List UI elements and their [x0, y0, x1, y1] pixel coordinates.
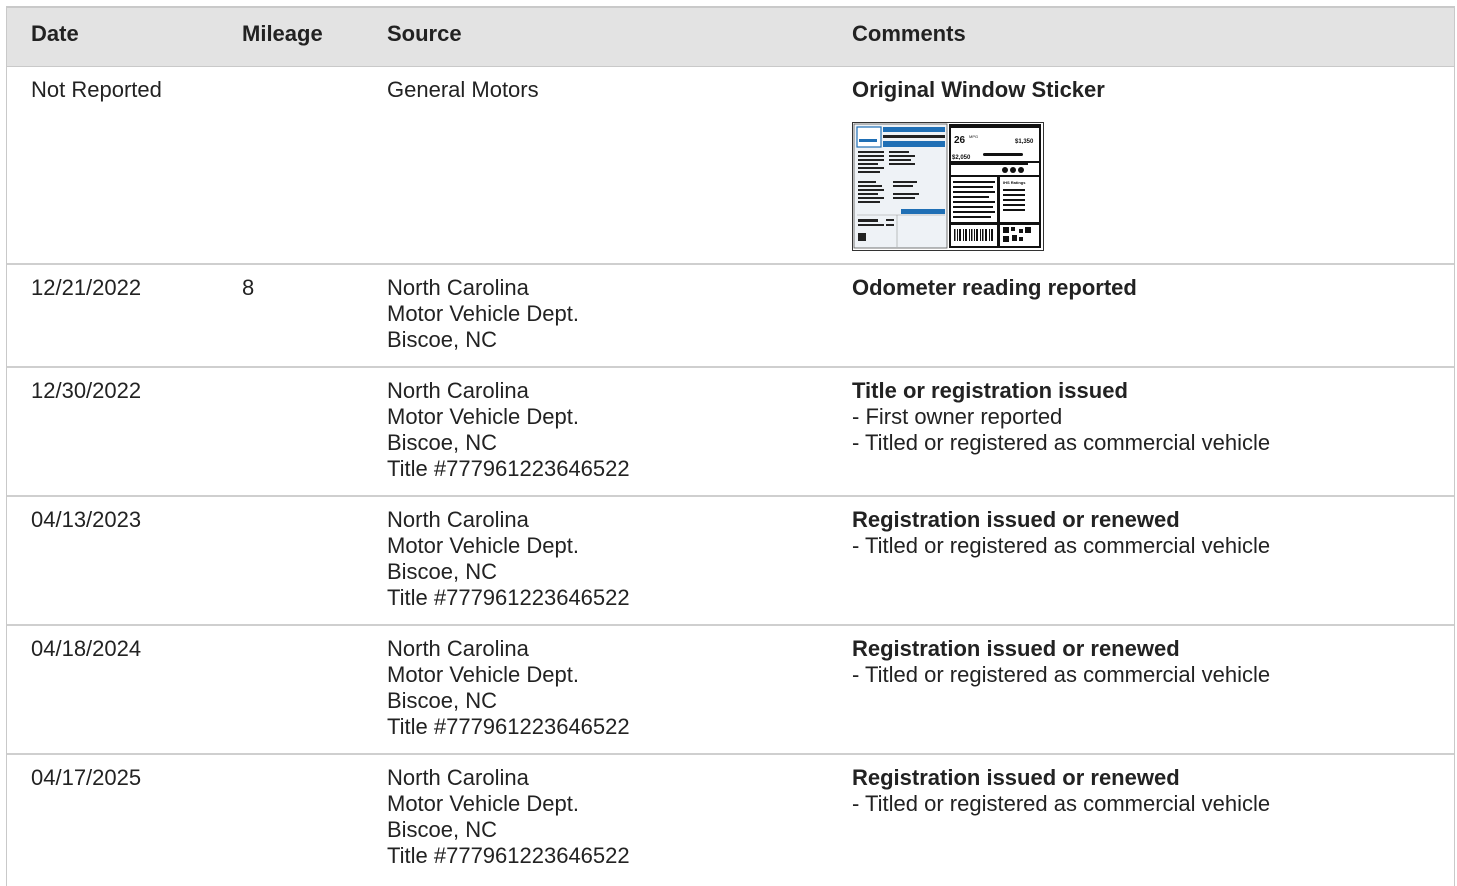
- row-source: North Carolina Motor Vehicle Dept. Bisco…: [387, 378, 630, 482]
- source-line: North Carolina: [387, 378, 529, 403]
- source-line: North Carolina: [387, 507, 529, 532]
- table-row: 04/13/2023 North Carolina Motor Vehicle …: [7, 497, 1454, 626]
- comment-title: Odometer reading reported: [852, 275, 1137, 300]
- sticker-save: $1,350: [1015, 139, 1034, 145]
- comment-line: - Titled or registered as commercial veh…: [852, 662, 1271, 687]
- row-date: 04/18/2024: [31, 636, 142, 661]
- source-line: Title #777961223646522: [387, 843, 630, 868]
- table-row: 12/30/2022 North Carolina Motor Vehicle …: [7, 368, 1454, 497]
- source-line: Biscoe, NC: [387, 327, 498, 352]
- row-source: North Carolina Motor Vehicle Dept. Bisco…: [387, 636, 630, 740]
- row-source: North Carolina Motor Vehicle Dept. Bisco…: [387, 507, 630, 611]
- header-mileage: Mileage: [242, 21, 323, 46]
- sticker-mpg: 26: [954, 135, 966, 146]
- header-date: Date: [31, 21, 79, 46]
- source-line: Biscoe, NC: [387, 817, 498, 842]
- comment-line: - Titled or registered as commercial veh…: [852, 430, 1271, 455]
- row-comments: Original Window Sticker: [852, 77, 1442, 103]
- window-sticker-thumbnail[interactable]: 26 MPG $1,350 $2,050 IHS Ratings: [852, 122, 1044, 251]
- source-line: Motor Vehicle Dept.: [387, 301, 579, 326]
- table-header: Date Mileage Source Comments: [7, 8, 1454, 67]
- source-line: Title #777961223646522: [387, 585, 630, 610]
- table-row: 04/18/2024 North Carolina Motor Vehicle …: [7, 626, 1454, 755]
- sticker-cost: $2,050: [952, 155, 971, 161]
- source-line: Title #777961223646522: [387, 456, 630, 481]
- row-date: 12/30/2022: [31, 378, 142, 403]
- comment-line: - Titled or registered as commercial veh…: [852, 791, 1271, 816]
- row-comments: Title or registration issued - First own…: [852, 378, 1442, 456]
- row-source: General Motors: [387, 77, 539, 103]
- table-row: 04/17/2025 North Carolina Motor Vehicle …: [7, 755, 1454, 884]
- row-comments: Registration issued or renewed - Titled …: [852, 507, 1442, 559]
- row-date: 12/21/2022: [31, 275, 142, 300]
- row-comments: Registration issued or renewed - Titled …: [852, 636, 1442, 688]
- comment-line: - First owner reported: [852, 404, 1063, 429]
- row-comments: Registration issued or renewed - Titled …: [852, 765, 1442, 817]
- table-row: 12/21/2022 8 North Carolina Motor Vehicl…: [7, 265, 1454, 368]
- comment-title: Registration issued or renewed: [852, 507, 1180, 532]
- comment-line: - Titled or registered as commercial veh…: [852, 533, 1271, 558]
- source-line: Motor Vehicle Dept.: [387, 791, 579, 816]
- header-comments: Comments: [852, 21, 966, 46]
- source-line: Motor Vehicle Dept.: [387, 404, 579, 429]
- vehicle-history-table: Date Mileage Source Comments Not Reporte…: [6, 6, 1455, 886]
- sticker-ratings: IHS Ratings: [1003, 180, 1026, 185]
- row-source: North Carolina Motor Vehicle Dept. Bisco…: [387, 275, 579, 353]
- source-line: Biscoe, NC: [387, 430, 498, 455]
- row-source: North Carolina Motor Vehicle Dept. Bisco…: [387, 765, 630, 869]
- source-line: North Carolina: [387, 275, 529, 300]
- source-line: North Carolina: [387, 636, 529, 661]
- source-line: North Carolina: [387, 765, 529, 790]
- sticker-mpg-unit: MPG: [969, 134, 978, 139]
- comment-title: Title or registration issued: [852, 378, 1128, 403]
- row-date: 04/17/2025: [31, 765, 142, 790]
- header-source: Source: [387, 21, 462, 46]
- source-line: Biscoe, NC: [387, 559, 498, 584]
- row-date: Not Reported: [31, 77, 162, 102]
- row-mileage: 8: [242, 275, 255, 300]
- source-line: Motor Vehicle Dept.: [387, 662, 579, 687]
- source-line: Motor Vehicle Dept.: [387, 533, 579, 558]
- comment-title: Registration issued or renewed: [852, 765, 1180, 790]
- source-line: Biscoe, NC: [387, 688, 498, 713]
- source-line: General Motors: [387, 77, 539, 102]
- row-comments: Odometer reading reported: [852, 275, 1442, 301]
- source-line: Title #777961223646522: [387, 714, 630, 739]
- row-date: 04/13/2023: [31, 507, 142, 532]
- comment-title: Original Window Sticker: [852, 77, 1105, 102]
- comment-title: Registration issued or renewed: [852, 636, 1180, 661]
- table-row: Not Reported General Motors Original Win…: [7, 67, 1454, 265]
